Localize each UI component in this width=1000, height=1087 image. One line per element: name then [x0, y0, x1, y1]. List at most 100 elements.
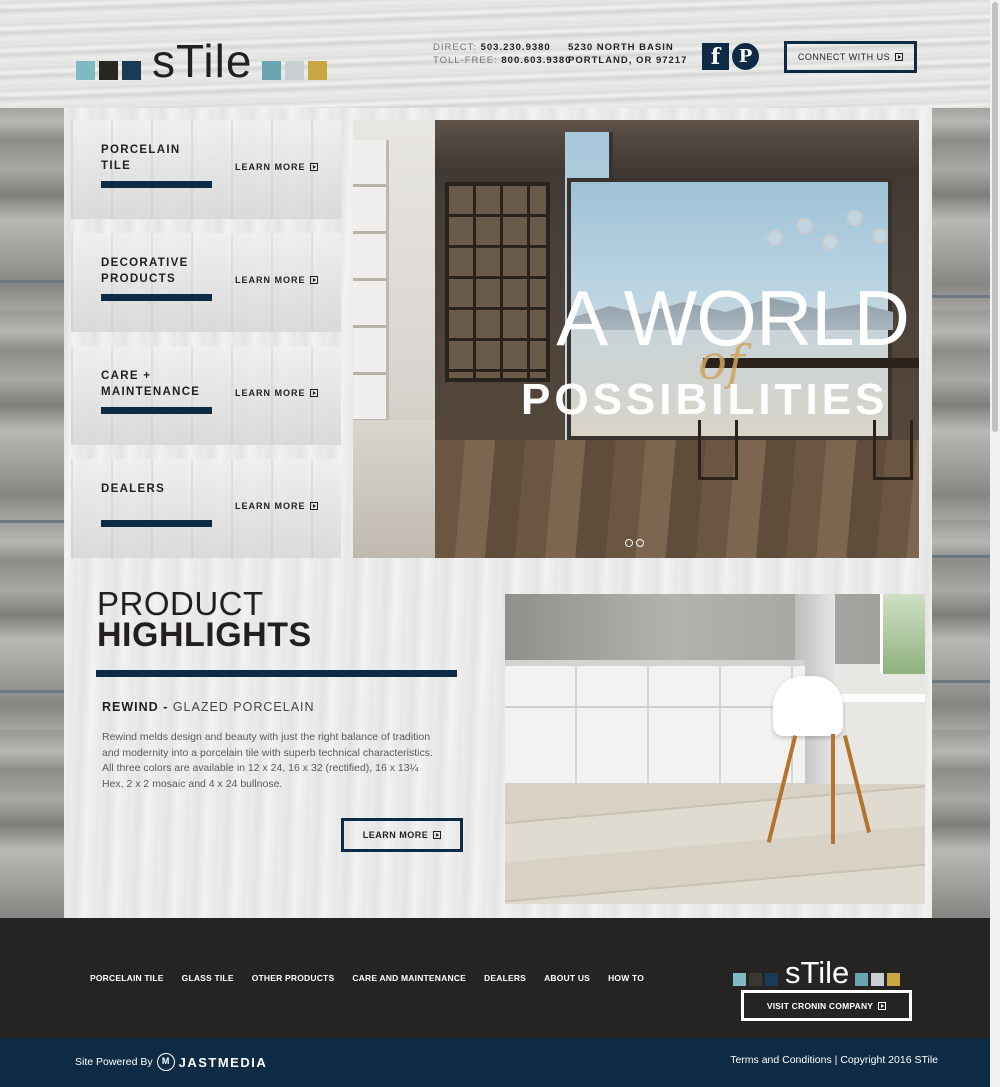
- site-logo[interactable]: sTile: [76, 35, 331, 87]
- logo-swatch: [308, 60, 328, 80]
- visit-cronin-label: VISIT CRONIN COMPANY: [766, 1000, 874, 1011]
- hero-slider[interactable]: A WORLD of POSSIBILITIES: [353, 120, 919, 558]
- phone-contact: DIRECT: 503.230.9380 TOLL-FREE: 800.603.…: [433, 41, 572, 67]
- tile-accent-bar: [101, 520, 212, 527]
- tile-porcelain[interactable]: PORCELAIN TILE LEARN MORE: [71, 120, 341, 219]
- tollfree-phone[interactable]: 800.603.9380: [501, 55, 571, 66]
- tile-accent-bar: [101, 181, 212, 188]
- tile-learn-more[interactable]: LEARN MORE: [235, 275, 318, 285]
- logo-swatch: [733, 972, 746, 986]
- arrow-right-icon: [309, 389, 318, 397]
- logo-wordmark: sTile: [152, 35, 253, 87]
- tile-learn-more-label: LEARN MORE: [235, 275, 306, 285]
- kitchen-chair: [773, 676, 843, 736]
- tile-accent-bar: [101, 294, 212, 301]
- tile-learn-more[interactable]: LEARN MORE: [235, 388, 318, 398]
- slider-dot[interactable]: [625, 539, 633, 547]
- highlights-heading-bold: HIGHLIGHTS: [97, 616, 312, 654]
- arrow-right-icon: [433, 831, 442, 839]
- logo-swatch: [765, 972, 778, 986]
- floor-image: [435, 440, 919, 558]
- scrollbar[interactable]: [990, 0, 1000, 1087]
- logo-swatch: [76, 60, 95, 80]
- logo-swatch: [262, 60, 282, 80]
- direct-phone[interactable]: 503.230.9380: [481, 42, 551, 53]
- kitchen-wall: [505, 594, 925, 664]
- footer-link-glass-tile[interactable]: GLASS TILE: [182, 973, 234, 983]
- direct-label: DIRECT:: [433, 42, 477, 53]
- tile-title: DECORATIVE PRODUCTS: [101, 257, 189, 285]
- site-header: sTile DIRECT: 503.230.9380 TOLL-FREE: 80…: [0, 0, 1000, 108]
- product-learn-more-label: LEARN MORE: [362, 830, 429, 840]
- visit-cronin-button[interactable]: VISIT CRONIN COMPANY: [741, 990, 912, 1021]
- footer-link-other-products[interactable]: OTHER PRODUCTS: [252, 973, 335, 983]
- tile-learn-more-label: LEARN MORE: [235, 501, 306, 511]
- scrollbar-thumb[interactable]: [992, 2, 998, 432]
- tile-learn-more[interactable]: LEARN MORE: [235, 501, 318, 511]
- powered-by-label: Site Powered By: [75, 1056, 153, 1068]
- logo-swatch: [285, 60, 305, 80]
- legal-separator: |: [834, 1054, 838, 1066]
- footer-logo-wordmark: sTile: [785, 955, 850, 990]
- tile-learn-more-label: LEARN MORE: [235, 162, 306, 172]
- slider-dot[interactable]: [636, 539, 644, 547]
- address: 5230 NORTH BASIN PORTLAND, OR 97217: [568, 41, 687, 67]
- address-line-2: PORTLAND, OR 97217: [568, 55, 688, 66]
- product-name-bold: REWIND -: [102, 700, 169, 714]
- powered-by[interactable]: Site Powered By M JASTMEDIA: [75, 1053, 267, 1071]
- tile-learn-more-label: LEARN MORE: [235, 388, 306, 398]
- terms-link[interactable]: Terms and Conditions: [730, 1054, 832, 1066]
- copyright-text: Copyright 2016 STile: [840, 1054, 938, 1066]
- ceiling-image: [435, 120, 919, 175]
- logo-swatch: [99, 60, 118, 80]
- tile-dealers[interactable]: DEALERS LEARN MORE: [71, 459, 341, 558]
- footer-link-how-to[interactable]: HOW TO: [608, 973, 644, 983]
- connect-label: CONNECT WITH US: [797, 52, 891, 62]
- jastmedia-wordmark: JASTMEDIA: [178, 1054, 268, 1070]
- arrow-right-icon: [309, 502, 318, 510]
- tile-learn-more[interactable]: LEARN MORE: [235, 162, 318, 172]
- tile-title: PORCELAIN TILE: [101, 144, 181, 172]
- tile-care[interactable]: CARE + MAINTENANCE LEARN MORE: [71, 346, 341, 445]
- logo-swatch: [887, 972, 901, 986]
- footer-link-care[interactable]: CARE AND MAINTENANCE: [352, 973, 466, 983]
- address-line-1: 5230 NORTH BASIN: [568, 42, 674, 53]
- jastmedia-logo-icon: M: [156, 1053, 175, 1071]
- social-links: f P: [702, 43, 759, 70]
- chair-image: [698, 420, 738, 480]
- legal-links: Terms and Conditions | Copyright 2016 ST…: [730, 1054, 938, 1066]
- tile-title: DEALERS: [101, 483, 166, 495]
- footer-link-about[interactable]: ABOUT US: [544, 973, 590, 983]
- sofa-image: [353, 420, 435, 558]
- kitchen-cabinet-line: [505, 706, 805, 708]
- logo-swatch: [749, 972, 762, 986]
- logo-swatch: [122, 60, 141, 80]
- hero-title-line3: POSSIBILITIES: [521, 375, 889, 424]
- product-description: Rewind melds design and beauty with just…: [102, 731, 433, 790]
- chair-image: [873, 420, 913, 480]
- tile-accent-bar: [101, 407, 212, 414]
- left-wood-texture: [0, 100, 70, 920]
- product-learn-more-button[interactable]: LEARN MORE: [341, 818, 463, 852]
- chandelier-image: [767, 200, 907, 260]
- kitchen-table: [835, 694, 925, 702]
- arrow-right-icon: [878, 1001, 887, 1010]
- footer-link-dealers[interactable]: DEALERS: [484, 973, 526, 983]
- facebook-icon[interactable]: f: [702, 43, 729, 70]
- connect-button[interactable]: CONNECT WITH US: [784, 41, 917, 73]
- tile-title: CARE + MAINTENANCE: [101, 370, 201, 398]
- footer-link-porcelain-tile[interactable]: PORCELAIN TILE: [90, 973, 164, 983]
- logo-swatch: [871, 972, 885, 986]
- bookshelf-image: [445, 182, 550, 382]
- highlights-accent-bar: [96, 670, 457, 677]
- arrow-right-icon: [309, 163, 318, 171]
- tile-decorative[interactable]: DECORATIVE PRODUCTS LEARN MORE: [71, 233, 341, 332]
- footer-logo[interactable]: sTile: [733, 955, 903, 990]
- slider-dots: [625, 539, 644, 547]
- pinterest-icon[interactable]: P: [732, 43, 759, 70]
- shelf-image: [353, 140, 389, 460]
- kitchen-cabinets: [505, 666, 805, 786]
- product-name: REWIND - GLAZED PORCELAIN: [102, 700, 315, 714]
- logo-swatch: [855, 972, 869, 986]
- product-type: GLAZED PORCELAIN: [172, 700, 315, 714]
